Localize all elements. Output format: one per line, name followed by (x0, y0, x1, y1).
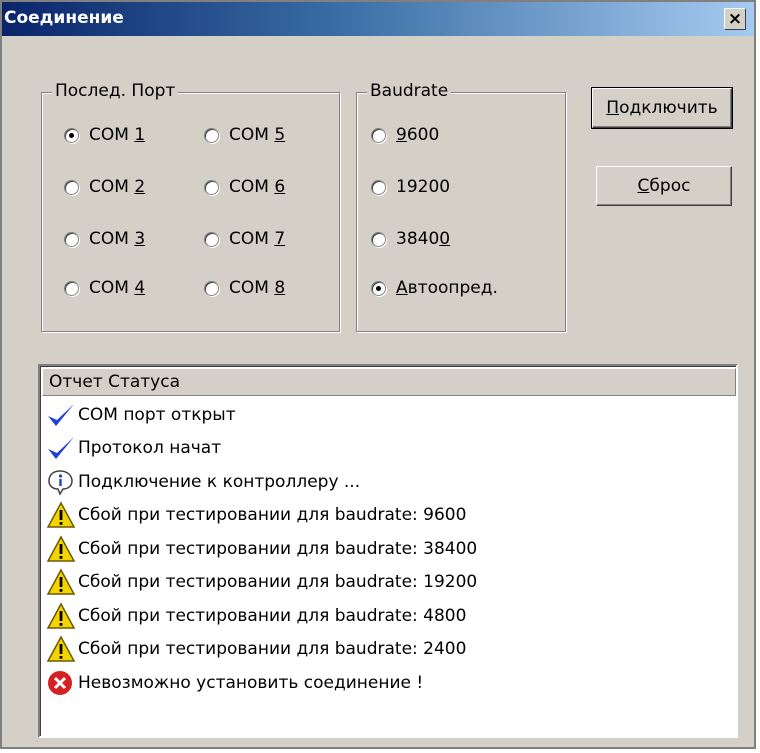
close-icon: × (727, 8, 743, 29)
radio-baud-38400[interactable]: 38400 (371, 229, 450, 249)
radio-com-6[interactable]: COM 6 (204, 177, 285, 197)
warning-icon (46, 501, 78, 529)
radio-baud-9600[interactable]: 9600 (371, 125, 439, 145)
warning-icon (46, 568, 78, 596)
list-item[interactable]: Сбой при тестировании для baudrate: 4800 (46, 599, 466, 632)
close-button[interactable]: × (724, 8, 746, 30)
radio-indicator (371, 231, 386, 247)
list-item[interactable]: Сбой при тестировании для baudrate: 3840… (46, 532, 477, 565)
list-item-text: Сбой при тестировании для baudrate: 2400 (78, 639, 467, 659)
warning-icon (46, 534, 78, 563)
check-icon (46, 401, 78, 429)
radio-indicator (371, 179, 386, 195)
status-list[interactable]: Отчет Статуса COM порт открыт Протокол на… (38, 364, 738, 738)
list-item[interactable]: Протокол начат (46, 432, 221, 465)
list-item[interactable]: Сбой при тестировании для baudrate: 9600 (46, 499, 466, 532)
error-icon (46, 669, 78, 697)
list-item[interactable]: Невозможно установить соединение ! (46, 666, 423, 699)
radio-label: COM 2 (89, 177, 146, 197)
list-item-text: Протокол начат (78, 438, 222, 458)
radio-com-3[interactable]: COM 3 (64, 229, 145, 249)
baudrate-groupbox: Baudrate 9600 19200 38400 Автоопред. (356, 81, 566, 332)
radio-indicator (371, 127, 386, 143)
connection-dialog: Соединение × Послед. Порт COM 1 COM 5 CO… (0, 0, 756, 749)
radio-indicator (204, 231, 219, 247)
connect-button[interactable]: Подключить (591, 87, 733, 129)
radio-label: COM 8 (229, 278, 286, 298)
radio-baud-19200[interactable]: 19200 (371, 177, 450, 197)
radio-com-4[interactable]: COM 4 (64, 278, 145, 298)
list-item-text: Подключение к контроллеру ... (78, 471, 361, 492)
list-item-text: Сбой при тестировании для baudrate: 1920… (78, 572, 478, 592)
port-groupbox: Послед. Порт COM 1 COM 5 COM 2 COM 6 COM… (41, 81, 340, 332)
radio-label: Автоопред. (396, 278, 498, 298)
radio-label: COM 7 (229, 229, 286, 249)
radio-indicator (204, 127, 219, 143)
radio-indicator (204, 179, 219, 195)
radio-label: COM 6 (229, 177, 286, 197)
radio-label: COM 4 (89, 278, 146, 298)
radio-com-7[interactable]: COM 7 (204, 229, 285, 249)
port-group-label: Послед. Порт (52, 81, 179, 101)
list-item[interactable]: Подключение к контроллеру ... (46, 465, 360, 498)
radio-com-5[interactable]: COM 5 (204, 125, 285, 145)
list-item-text: Сбой при тестировании для baudrate: 9600 (78, 505, 467, 525)
radio-label: COM 1 (89, 125, 146, 145)
check-icon (46, 434, 78, 462)
baudrate-group-label: Baudrate (367, 81, 452, 101)
radio-label: 19200 (396, 177, 451, 197)
radio-indicator (64, 127, 79, 143)
radio-label: COM 3 (89, 229, 146, 249)
info-icon (46, 468, 78, 496)
list-item-text: COM порт открыт (78, 404, 236, 425)
radio-indicator (64, 280, 79, 296)
radio-baud-auto[interactable]: Автоопред. (371, 278, 498, 298)
connect-button-label: Подключить (606, 98, 718, 118)
warning-icon (46, 635, 78, 663)
radio-indicator (64, 179, 79, 195)
warning-icon (46, 601, 78, 630)
window-title: Соединение (4, 8, 124, 28)
list-item-text: Сбой при тестировании для baudrate: 3840… (78, 538, 478, 559)
radio-com-2[interactable]: COM 2 (64, 177, 145, 197)
status-list-header[interactable]: Отчет Статуса (42, 368, 736, 396)
list-item[interactable]: Сбой при тестировании для baudrate: 1920… (46, 566, 477, 599)
radio-label: 38400 (396, 229, 451, 249)
title-bar[interactable]: Соединение × (2, 2, 754, 36)
radio-com-8[interactable]: COM 8 (204, 278, 285, 298)
reset-button[interactable]: Сброс (596, 166, 732, 206)
radio-indicator (371, 280, 386, 296)
list-item-text: Невозможно установить соединение ! (78, 672, 424, 693)
list-item-text: Сбой при тестировании для baudrate: 4800 (78, 605, 467, 626)
list-item[interactable]: Сбой при тестировании для baudrate: 2400 (46, 633, 466, 666)
list-item[interactable]: COM порт открыт (46, 398, 236, 431)
radio-com-1[interactable]: COM 1 (64, 125, 145, 145)
radio-indicator (64, 231, 79, 247)
radio-label: COM 5 (229, 125, 286, 145)
reset-button-label: Сброс (637, 176, 691, 196)
radio-indicator (204, 280, 219, 296)
radio-label: 9600 (396, 125, 440, 145)
